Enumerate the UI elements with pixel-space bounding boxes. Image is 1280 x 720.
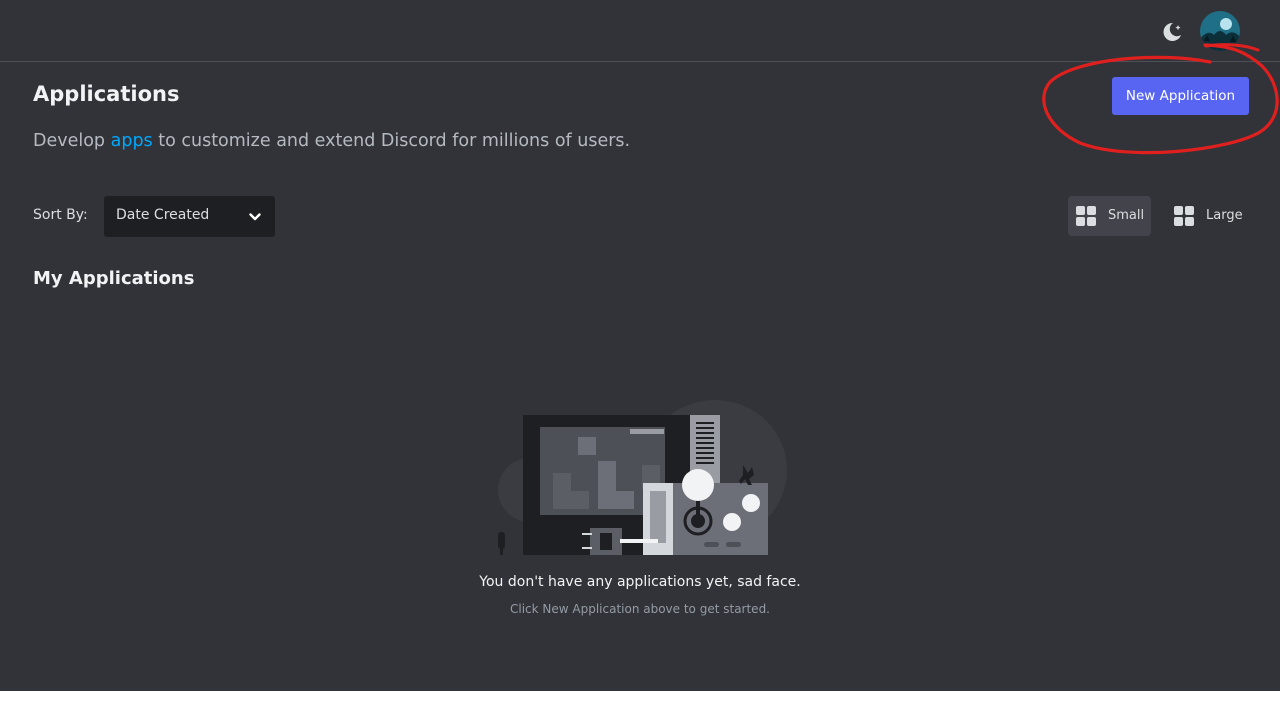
- my-applications-heading: My Applications: [33, 268, 195, 289]
- view-small-label: Small: [1108, 208, 1145, 223]
- page-subtitle: Develop apps to customize and extend Dis…: [33, 131, 630, 151]
- empty-state-title: You don't have any applications yet, sad…: [479, 574, 801, 590]
- page-title: Applications: [33, 82, 180, 106]
- view-large-button[interactable]: Large: [1166, 196, 1250, 236]
- view-small-button[interactable]: Small: [1068, 196, 1151, 236]
- empty-state-illustration: [490, 395, 790, 560]
- new-application-button[interactable]: New Application: [1112, 77, 1249, 115]
- user-avatar[interactable]: [1200, 11, 1240, 51]
- sort-by-label: Sort By:: [33, 207, 88, 223]
- subtitle-prefix: Develop: [33, 131, 111, 151]
- sort-by-value: Date Created: [116, 207, 210, 223]
- view-large-label: Large: [1206, 208, 1243, 223]
- chevron-down-icon: [248, 209, 262, 223]
- subtitle-suffix: to customize and extend Discord for mill…: [152, 131, 631, 151]
- apps-link[interactable]: apps: [111, 131, 153, 151]
- grid-small-icon: [1076, 206, 1096, 226]
- empty-state-subtitle: Click New Application above to get start…: [509, 602, 770, 616]
- grid-large-icon: [1174, 206, 1194, 226]
- developer-portal: Applications New Application Develop app…: [0, 0, 1280, 691]
- moon-icon[interactable]: [1160, 20, 1184, 44]
- sort-by-select[interactable]: Date Created: [104, 196, 275, 237]
- top-bar: [0, 0, 1280, 62]
